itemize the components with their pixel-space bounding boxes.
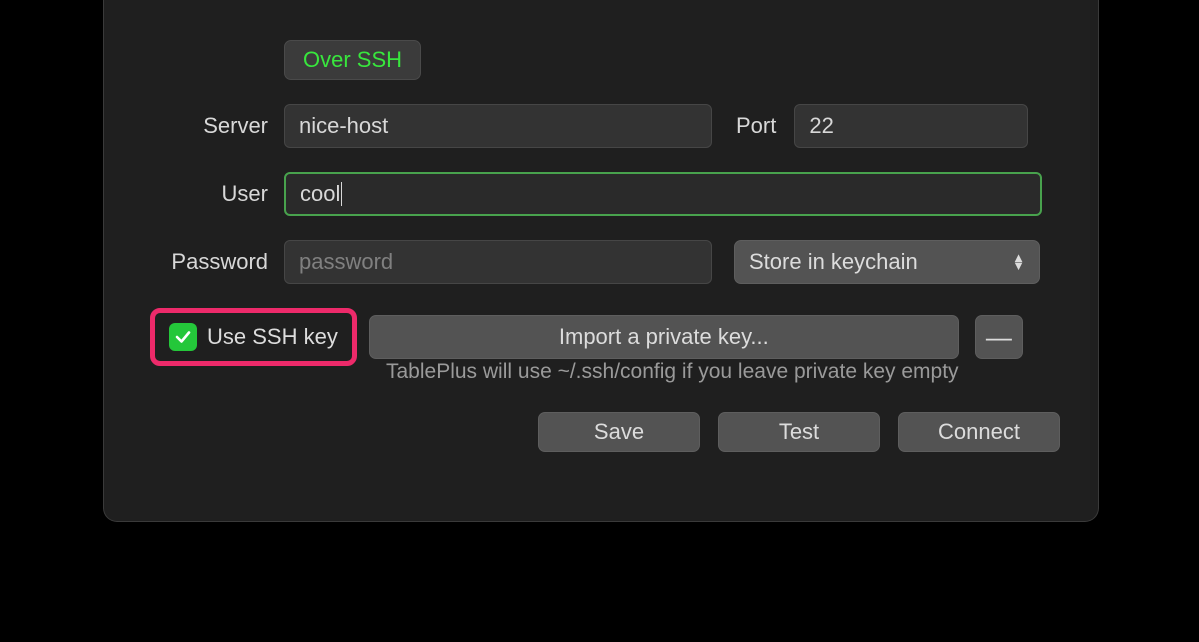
test-label: Test — [779, 419, 819, 445]
save-button[interactable]: Save — [538, 412, 700, 452]
keychain-select-value: Store in keychain — [749, 249, 918, 275]
check-icon — [174, 328, 192, 346]
over-ssh-label: Over SSH — [303, 47, 402, 73]
import-private-key-button[interactable]: Import a private key... — [369, 315, 959, 359]
remove-key-button[interactable]: — — [975, 315, 1023, 359]
port-input[interactable] — [794, 104, 1028, 148]
footer-buttons: Save Test Connect — [104, 412, 1098, 452]
user-value: cool — [300, 181, 340, 207]
server-input[interactable] — [284, 104, 712, 148]
password-label: Password — [104, 249, 284, 275]
chevron-up-down-icon: ▲▼ — [1012, 254, 1025, 270]
import-private-key-label: Import a private key... — [559, 324, 769, 350]
use-ssh-key-label: Use SSH key — [207, 324, 338, 350]
server-label: Server — [104, 113, 284, 139]
user-label: User — [104, 181, 284, 207]
port-label: Port — [736, 113, 776, 139]
connect-label: Connect — [938, 419, 1020, 445]
minus-icon: — — [986, 322, 1012, 353]
password-input[interactable] — [284, 240, 712, 284]
text-caret — [341, 182, 342, 206]
connection-panel: Over SSH Server Port User cool Password … — [103, 0, 1099, 522]
test-button[interactable]: Test — [718, 412, 880, 452]
user-input[interactable]: cool — [284, 172, 1042, 216]
ssh-key-highlight: Use SSH key — [150, 308, 357, 366]
connect-button[interactable]: Connect — [898, 412, 1060, 452]
save-label: Save — [594, 419, 644, 445]
use-ssh-key-checkbox[interactable] — [169, 323, 197, 351]
over-ssh-tab[interactable]: Over SSH — [284, 40, 421, 80]
keychain-select[interactable]: Store in keychain ▲▼ — [734, 240, 1040, 284]
ssh-key-hint: TablePlus will use ~/.ssh/config if you … — [386, 360, 1098, 384]
